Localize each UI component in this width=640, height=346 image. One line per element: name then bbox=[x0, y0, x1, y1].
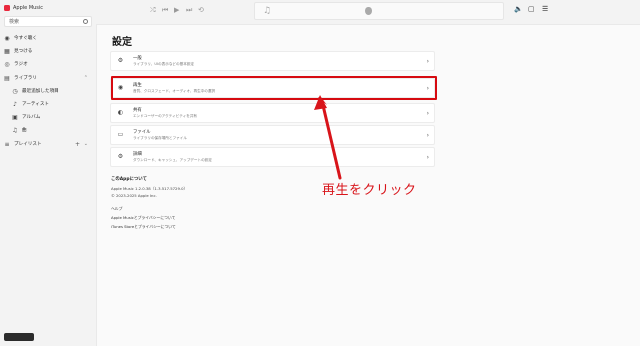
chevron-right-icon: › bbox=[426, 132, 429, 139]
highlight-box bbox=[111, 76, 437, 100]
settings-page: 設定 ⚙ 一般 ライブラリ、UIの表示などの基本設定 › ◉ 再生 音質、クロス… bbox=[96, 24, 640, 346]
lyrics-icon[interactable]: ▢ bbox=[528, 5, 535, 13]
sidebar: Apple Music 検索 ◉ 今すぐ聴く ▦ 見つける ◎ ラジオ ▤ ライ… bbox=[0, 0, 96, 346]
card-title: 詳細 bbox=[133, 152, 142, 157]
grid-icon: ▦ bbox=[4, 47, 10, 55]
about-version: Apple Music 1.2.0.38（1.3.517.5729.0） bbox=[111, 186, 188, 191]
music-note-icon: ♫ bbox=[263, 6, 272, 16]
sidebar-item-radio[interactable]: ◎ ラジオ bbox=[4, 59, 92, 69]
card-desc: ライブラリの保存場所とファイル bbox=[133, 136, 187, 140]
about-heading: このAppについて bbox=[111, 177, 147, 182]
now-playing-display: ♫ bbox=[254, 2, 504, 20]
card-title: 共有 bbox=[133, 108, 142, 113]
sidebar-item-label: 今すぐ聴く bbox=[14, 36, 37, 41]
repeat-icon[interactable]: ⟲ bbox=[198, 6, 204, 14]
account-button[interactable] bbox=[4, 333, 34, 341]
annotation-label: 再生をクリック bbox=[322, 183, 417, 198]
next-icon[interactable]: ⏭ bbox=[186, 6, 192, 15]
privacy-link-music[interactable]: Apple Musicとプライバシーについて bbox=[111, 215, 175, 221]
search-icon bbox=[83, 19, 88, 24]
sidebar-item-label: ラジオ bbox=[14, 62, 28, 67]
app-window: Apple Music 検索 ◉ 今すぐ聴く ▦ 見つける ◎ ラジオ ▤ ライ… bbox=[0, 0, 640, 346]
settings-card-sharing[interactable]: ◐ 共有 エンドユーザーのアクティビティを共有 › bbox=[110, 103, 435, 123]
gear-icon: ⚙ bbox=[117, 57, 124, 64]
search-placeholder: 検索 bbox=[9, 19, 20, 25]
page-title: 設定 bbox=[112, 37, 132, 48]
sidebar-item-artists[interactable]: ♪ アーティスト bbox=[12, 99, 92, 109]
advanced-gear-icon: ⚙ bbox=[117, 153, 124, 160]
volume-icon[interactable]: 🔈 bbox=[514, 5, 523, 13]
queue-icon[interactable]: ☰ bbox=[542, 5, 548, 13]
card-desc: ダウンロード、キャッシュ、アップデートの設定 bbox=[133, 158, 212, 162]
radio-icon: ◎ bbox=[4, 60, 10, 68]
settings-card-general[interactable]: ⚙ 一般 ライブラリ、UIの表示などの基本設定 › bbox=[110, 51, 435, 71]
privacy-link-store[interactable]: iTunes Storeとプライバシーについて bbox=[111, 224, 176, 230]
sidebar-item-label: 最近追加した項目 bbox=[22, 89, 59, 94]
shuffle-icon[interactable]: ⤮ bbox=[150, 6, 156, 15]
music-note-icon: ♫ bbox=[12, 126, 18, 134]
sidebar-item-recently-added[interactable]: ◷ 最近追加した項目 bbox=[12, 86, 92, 96]
playlist-icon: ≡ bbox=[4, 140, 10, 148]
sidebar-item-label: 曲 bbox=[22, 128, 27, 133]
chevron-right-icon: › bbox=[426, 154, 429, 161]
add-playlist-icon[interactable]: + bbox=[75, 141, 80, 148]
chevron-right-icon: › bbox=[426, 110, 429, 117]
settings-card-advanced[interactable]: ⚙ 詳細 ダウンロード、キャッシュ、アップデートの設定 › bbox=[110, 147, 435, 167]
sidebar-item-label: アーティスト bbox=[22, 102, 50, 107]
sidebar-section-label: ライブラリ bbox=[14, 76, 37, 81]
search-input[interactable]: 検索 bbox=[4, 16, 92, 27]
about-copyright: © 2023-2025 Apple Inc. bbox=[111, 193, 157, 198]
sidebar-item-label: 見つける bbox=[14, 49, 33, 54]
card-desc: ライブラリ、UIの表示などの基本設定 bbox=[133, 62, 194, 66]
settings-card-files[interactable]: ▭ ファイル ライブラリの保存場所とファイル › bbox=[110, 125, 435, 145]
chevron-up-icon: ⌃ bbox=[83, 75, 88, 81]
help-link[interactable]: ヘルプ bbox=[111, 206, 122, 212]
sidebar-item-listen-now[interactable]: ◉ 今すぐ聴く bbox=[4, 33, 92, 43]
chevron-right-icon: › bbox=[426, 58, 429, 65]
sidebar-section-label: プレイリスト bbox=[14, 142, 42, 147]
sidebar-item-songs[interactable]: ♫ 曲 bbox=[12, 125, 92, 135]
card-title: 一般 bbox=[133, 56, 142, 61]
apple-logo-icon bbox=[365, 7, 372, 15]
apple-music-logo-icon bbox=[4, 5, 10, 11]
chevron-down-icon: ⌄ bbox=[83, 141, 88, 147]
clock-icon: ◷ bbox=[12, 87, 18, 95]
player-bar: ⤮ ⏮ ▶ ⏭ ⟲ ♫ 🔈 ▢ ☰ bbox=[96, 0, 640, 24]
sidebar-item-label: アルバム bbox=[22, 115, 41, 120]
folder-icon: ▭ bbox=[117, 131, 124, 138]
previous-icon[interactable]: ⏮ bbox=[162, 6, 168, 15]
sidebar-item-browse[interactable]: ▦ 見つける bbox=[4, 46, 92, 56]
sidebar-item-albums[interactable]: ▣ アルバム bbox=[12, 112, 92, 122]
mic-icon: ♪ bbox=[13, 100, 17, 108]
album-icon: ▣ bbox=[12, 113, 18, 121]
play-icon[interactable]: ▶ bbox=[174, 6, 179, 14]
library-icon: ▤ bbox=[4, 74, 10, 82]
app-name: Apple Music bbox=[13, 5, 44, 11]
app-brand: Apple Music bbox=[4, 3, 43, 13]
play-circle-icon: ◉ bbox=[4, 34, 10, 42]
share-icon: ◐ bbox=[117, 109, 124, 116]
card-title: ファイル bbox=[133, 130, 151, 135]
sidebar-section-playlists[interactable]: ≡ プレイリスト + ⌄ bbox=[4, 139, 92, 149]
sidebar-section-library[interactable]: ▤ ライブラリ ⌃ bbox=[4, 73, 92, 83]
card-desc: エンドユーザーのアクティビティを共有 bbox=[133, 114, 198, 118]
